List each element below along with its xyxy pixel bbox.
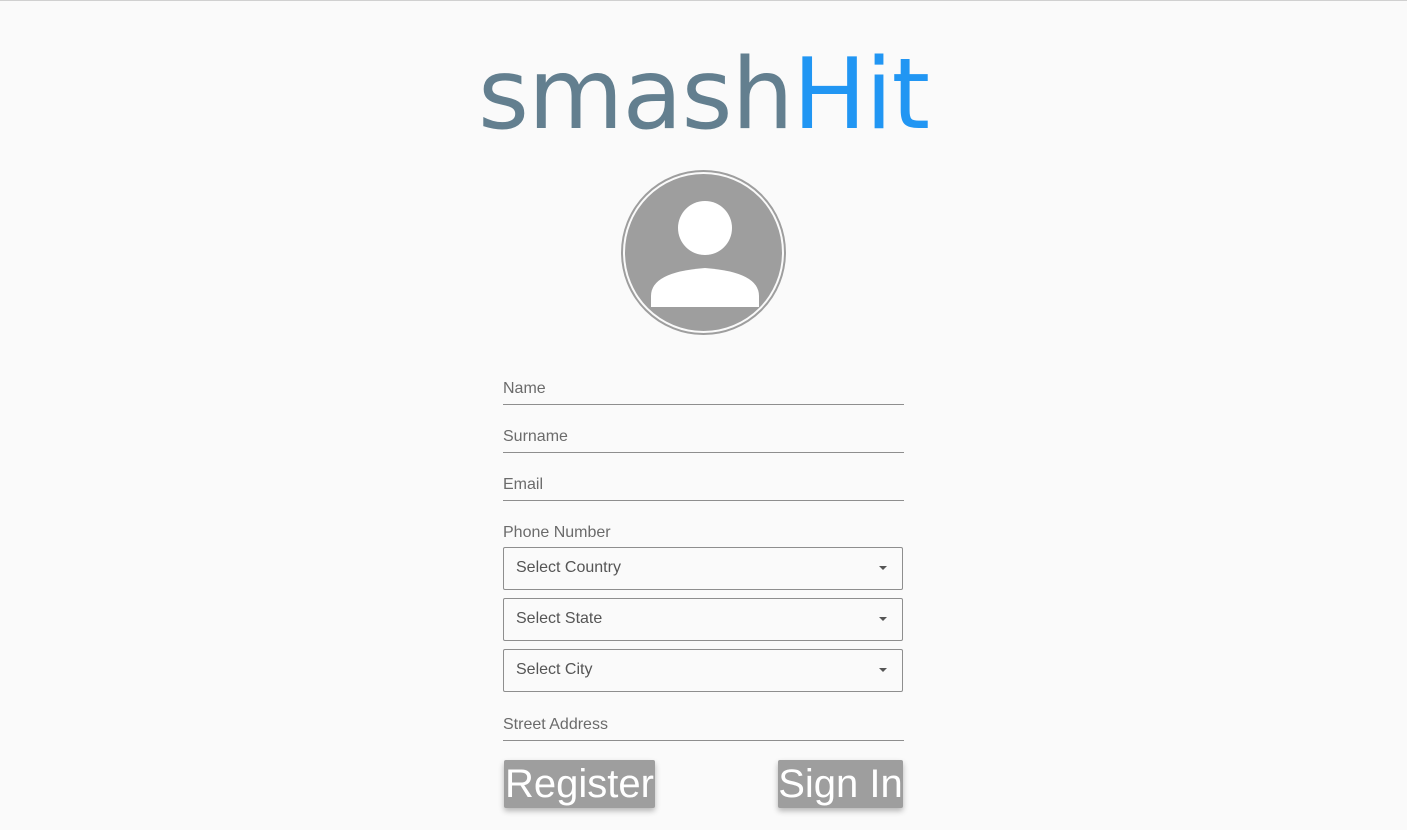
logo-text-smash: smash: [477, 38, 794, 152]
top-divider: [0, 0, 1407, 1]
street-address-input[interactable]: [503, 716, 904, 734]
phone-number-input[interactable]: [503, 524, 904, 542]
country-select[interactable]: Select Country: [503, 547, 903, 590]
state-select-label: Select State: [516, 610, 603, 627]
app-logo: smashHit: [0, 40, 1407, 150]
state-select[interactable]: Select State: [503, 598, 903, 641]
country-select-label: Select Country: [516, 559, 621, 576]
dropdown-caret-icon: [879, 617, 887, 621]
surname-field-container: [503, 408, 904, 453]
city-select-label: Select City: [516, 661, 593, 678]
street-field-container: [503, 696, 904, 741]
sign-in-button[interactable]: Sign In: [778, 760, 903, 808]
register-button[interactable]: Register: [504, 760, 655, 808]
phone-field-container: [503, 504, 904, 548]
email-input[interactable]: [503, 476, 904, 494]
city-select[interactable]: Select City: [503, 649, 903, 692]
surname-input[interactable]: [503, 428, 904, 446]
logo-text-hit: Hit: [792, 38, 930, 152]
email-field-container: [503, 456, 904, 501]
name-input[interactable]: [503, 380, 904, 398]
name-field-container: [503, 360, 904, 405]
dropdown-caret-icon: [879, 668, 887, 672]
avatar-upload[interactable]: [621, 170, 786, 335]
user-placeholder-icon: [625, 174, 782, 331]
dropdown-caret-icon: [879, 566, 887, 570]
